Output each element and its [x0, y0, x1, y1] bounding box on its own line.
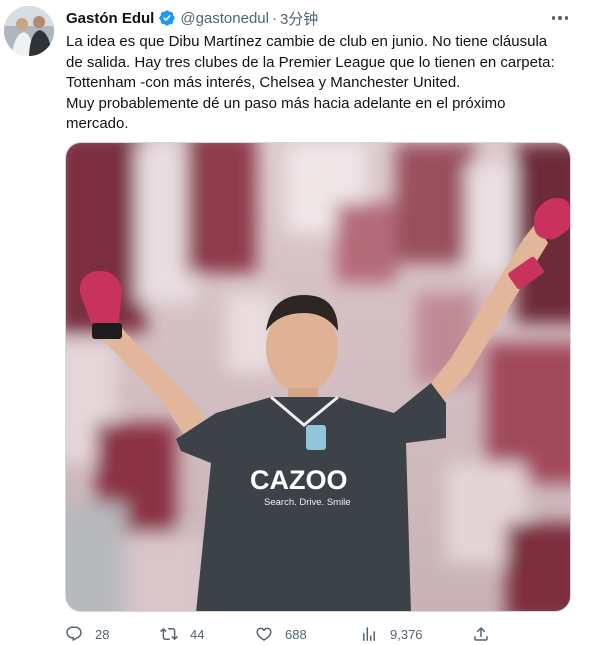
like-button[interactable]: 688 [255, 622, 307, 645]
avatar-image [4, 6, 54, 56]
like-icon [256, 627, 272, 641]
tweet-text-line: Tottenham -con más interés, Chelsea y Ma… [66, 74, 461, 91]
tweet-header: Gastón Edul @gastonedul · 3分钟 [66, 8, 318, 28]
shirt-sponsor: CAZOO [250, 465, 348, 495]
more-icon[interactable] [548, 8, 572, 28]
tweet-actions: 28 44 688 9,376 [60, 622, 500, 645]
retweet-count: 44 [190, 626, 205, 642]
views-icon [363, 627, 375, 641]
share-icon [474, 626, 488, 641]
retweet-button[interactable]: 44 [160, 622, 204, 645]
timestamp[interactable]: 3分钟 [280, 8, 318, 29]
tweet-text-line: Muy probablemente dé un paso más hacia a… [66, 94, 506, 112]
retweet-icon [160, 627, 178, 641]
shirt-slogan: Search. Drive. Smile [264, 497, 351, 508]
reply-button[interactable]: 28 [65, 622, 109, 645]
tweet-text: La idea es que Dibu Martínez cambie de c… [66, 32, 576, 135]
views-count: 9,376 [390, 626, 423, 642]
tweet-photo[interactable]: CAZOO Search. Drive. Smile [65, 142, 571, 612]
views-button[interactable]: 9,376 [360, 622, 423, 645]
tweet: Gastón Edul @gastonedul · 3分钟 La idea es… [0, 0, 613, 645]
reply-icon [66, 626, 82, 642]
display-name[interactable]: Gastón Edul [66, 10, 154, 27]
tweet-text-line: La idea es que Dibu Martínez cambie de c… [66, 33, 548, 50]
avatar[interactable] [4, 6, 54, 56]
reply-count: 28 [95, 626, 110, 642]
goalkeeper-celebration-photo: CAZOO Search. Drive. Smile [66, 143, 570, 611]
share-button[interactable] [472, 622, 490, 645]
separator-dot: · [271, 9, 277, 27]
like-count: 688 [285, 626, 307, 642]
verified-badge-icon [159, 10, 176, 26]
tweet-text-line: de salida. Hay tres clubes de la Premier… [66, 53, 555, 71]
tweet-text-line: mercado. [66, 115, 129, 132]
handle[interactable]: @gastonedul [180, 10, 269, 27]
